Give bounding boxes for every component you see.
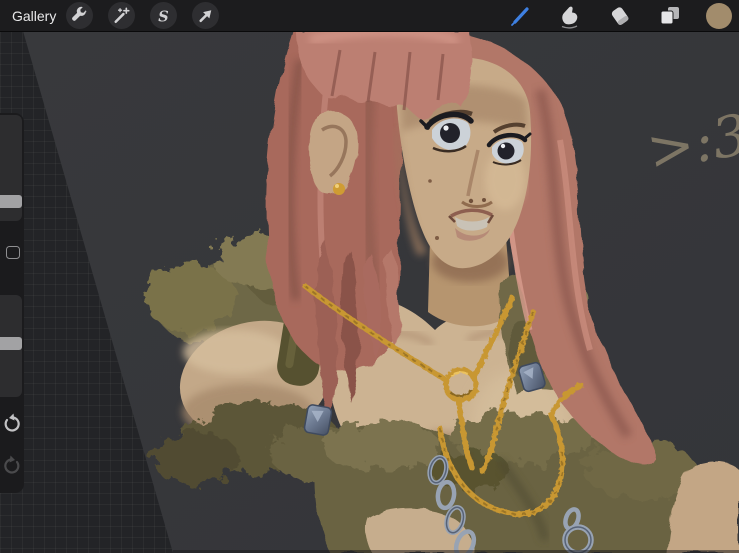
procreate-window: >:3 (0, 0, 739, 553)
gallery-button[interactable]: Gallery (0, 0, 66, 31)
opacity-handle[interactable] (0, 337, 22, 350)
magic-wand-icon (108, 2, 135, 30)
actions-button[interactable] (66, 2, 93, 29)
drawing-canvas[interactable]: >:3 (0, 0, 739, 553)
modify-button[interactable] (6, 246, 20, 259)
redo-button[interactable] (1, 455, 23, 477)
selection-button[interactable]: S (150, 2, 177, 29)
svg-text:S: S (159, 8, 169, 25)
adjustments-button[interactable] (108, 2, 135, 29)
sidebar (0, 113, 24, 493)
smudge-tool-button[interactable] (556, 2, 584, 30)
transform-arrow-icon (192, 2, 219, 30)
color-swatch-circle[interactable] (706, 3, 732, 29)
undo-arrow-icon (1, 413, 23, 435)
eraser-icon (606, 2, 634, 30)
brush-size-handle[interactable] (0, 195, 22, 208)
smudge-finger-icon (556, 2, 584, 30)
selection-s-icon: S (150, 2, 177, 30)
erase-tool-button[interactable] (606, 2, 634, 30)
layers-button[interactable] (656, 2, 684, 30)
redo-arrow-icon (1, 455, 23, 477)
top-toolbar: Gallery S (0, 0, 739, 32)
brush-size-slider[interactable] (0, 115, 22, 221)
opacity-slider[interactable] (0, 295, 22, 397)
wrench-icon (66, 2, 93, 30)
transform-button[interactable] (192, 2, 219, 29)
paint-tool-button[interactable] (506, 2, 534, 30)
layers-icon (656, 2, 684, 30)
undo-button[interactable] (1, 413, 23, 435)
gold-earring (333, 183, 345, 195)
brush-icon (506, 2, 534, 30)
